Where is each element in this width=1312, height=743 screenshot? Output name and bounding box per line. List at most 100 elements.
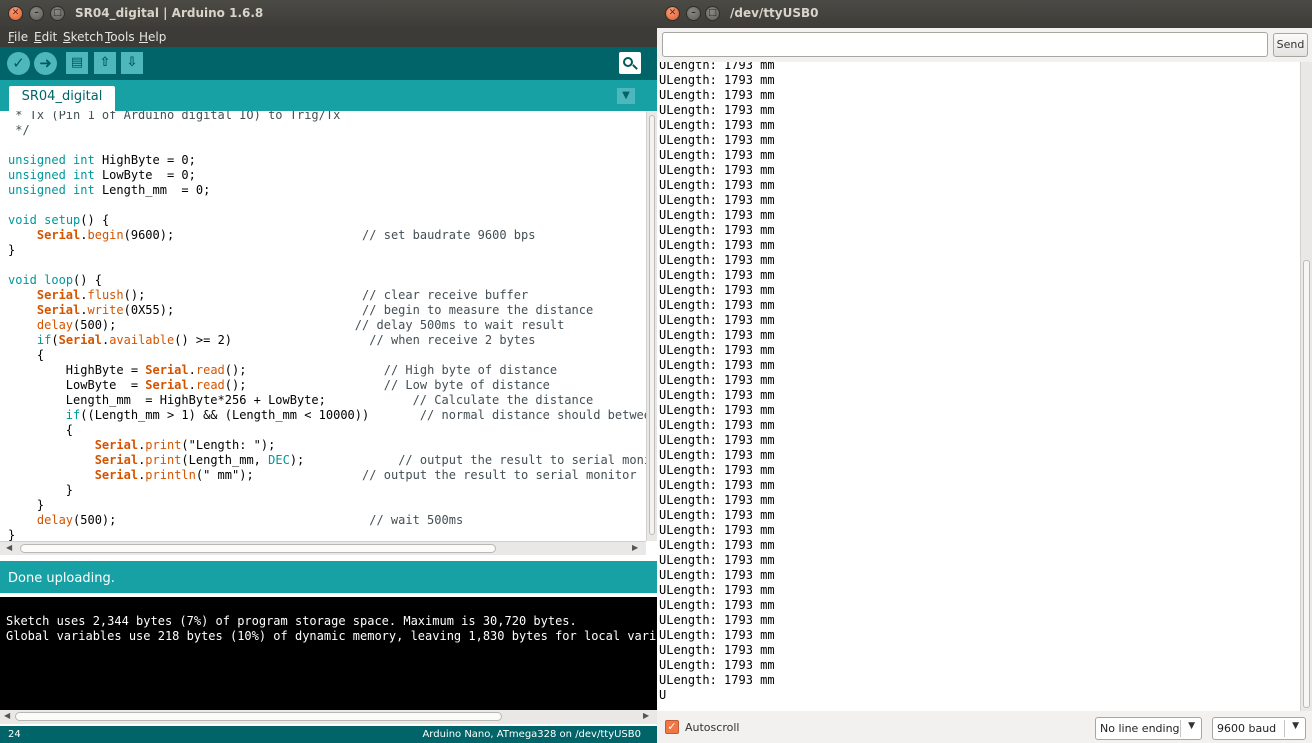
code-token: . [80, 288, 88, 302]
code-token: // when receive 2 bytes [369, 333, 536, 347]
new-icon[interactable]: ▤ [66, 52, 88, 74]
serial-monitor-icon[interactable] [619, 52, 641, 74]
tab-sr04-digital[interactable]: SR04_digital [9, 86, 115, 111]
code-editor[interactable]: * Tx (Pin 1 of Arduino digital IO) to Tr… [0, 111, 646, 541]
code-token: unsigned [8, 153, 66, 167]
tab-menu-icon[interactable]: ▼ [617, 88, 635, 104]
code-token: (" mm"); [195, 468, 363, 482]
scroll-left-icon[interactable]: ◀ [6, 543, 12, 552]
serial-output-line: ULength: 1793 mm [659, 448, 775, 462]
code-line: } [8, 483, 646, 498]
serial-titlebar: ✕ – □ /dev/ttyUSB0 [657, 0, 1312, 28]
code-line: { [8, 423, 646, 438]
serial-output-line: ULength: 1793 mm [659, 133, 775, 147]
serial-output-line: ULength: 1793 mm [659, 178, 775, 192]
scroll-left-icon[interactable]: ◀ [4, 711, 10, 720]
serial-output-line: ULength: 1793 mm [659, 538, 775, 552]
code-token: () { [73, 273, 102, 287]
code-token: if [36, 333, 52, 347]
select-separator [1284, 720, 1285, 737]
upload-icon[interactable]: ➜ [34, 52, 57, 75]
minimize-icon[interactable]: – [29, 6, 44, 21]
code-token: Serial [94, 453, 139, 467]
line-ending-select[interactable]: No line ending ▼ [1095, 717, 1202, 740]
scroll-right-icon[interactable]: ▶ [632, 543, 638, 552]
scroll-right-icon[interactable]: ▶ [643, 711, 649, 720]
maximize-icon[interactable]: □ [705, 6, 720, 21]
serial-output-line: ULength: 1793 mm [659, 343, 775, 357]
menu-help[interactable]: Help [139, 30, 166, 44]
code-token: // output the result to serial monitor [362, 468, 637, 482]
serial-send-input[interactable] [662, 32, 1268, 57]
code-token: delay [36, 318, 74, 332]
ide-titlebar: ✕ – □ SR04_digital | Arduino 1.6.8 [0, 0, 657, 28]
console-horizontal-scroll-thumb[interactable] [15, 712, 502, 721]
baud-rate-select[interactable]: 9600 baud ▼ [1212, 717, 1306, 740]
code-line: Serial.write(0X55); // begin to measure … [8, 303, 646, 318]
tab-bar: SR04_digital ▼ [0, 80, 657, 111]
send-button[interactable]: Send [1273, 33, 1308, 57]
editor-horizontal-scrollbar[interactable]: ◀ ▶ [0, 541, 646, 555]
code-line: */ [8, 123, 646, 138]
ide-footer: 24 Arduino Nano, ATmega328 on /dev/ttyUS… [0, 726, 657, 743]
close-icon[interactable]: ✕ [665, 6, 680, 21]
console-line: Sketch uses 2,344 bytes (7%) of program … [6, 614, 577, 628]
serial-vertical-scroll-thumb[interactable] [1303, 260, 1310, 708]
code-line: unsigned int HighByte = 0; [8, 153, 646, 168]
close-icon[interactable]: ✕ [8, 6, 23, 21]
serial-output-line: ULength: 1793 mm [659, 358, 775, 372]
code-line: * Tx (Pin 1 of Arduino digital IO) to Tr… [8, 111, 646, 123]
code-token: * Tx (Pin 1 of Arduino digital IO) to Tr… [8, 111, 341, 122]
serial-output-line: ULength: 1793 mm [659, 328, 775, 342]
code-token: (Length_mm, [181, 453, 269, 467]
code-token: { [8, 423, 74, 437]
menu-tools[interactable]: Tools [105, 30, 135, 44]
save-icon[interactable]: ⇩ [121, 52, 143, 74]
code-line: Serial.print("Length: "); [8, 438, 646, 453]
serial-output-line: ULength: 1793 mm [659, 253, 775, 267]
code-token: Serial [94, 438, 139, 452]
serial-output-line: ULength: 1793 mm [659, 418, 775, 432]
serial-output-line: ULength: 1793 mm [659, 493, 775, 507]
editor-vertical-scrollbar[interactable] [646, 111, 657, 541]
verify-icon[interactable]: ✓ [7, 52, 30, 75]
serial-output-line: ULength: 1793 mm [659, 193, 775, 207]
code-token: println [145, 468, 196, 482]
autoscroll-checkbox[interactable]: ✓ [665, 720, 679, 734]
minimize-icon[interactable]: – [686, 6, 701, 21]
code-token: DEC [268, 453, 290, 467]
editor-horizontal-scroll-thumb[interactable] [20, 544, 496, 553]
autoscroll-label[interactable]: Autoscroll [685, 721, 739, 734]
serial-output-line: U [659, 688, 667, 702]
serial-output-line: ULength: 1793 mm [659, 118, 775, 132]
serial-bottom-bar: ✓ Autoscroll No line ending ▼ 9600 baud … [657, 712, 1312, 743]
maximize-icon[interactable]: □ [50, 6, 65, 21]
serial-output[interactable]: ULength: 1793 mm ULength: 1793 mm ULength:… [657, 62, 1300, 711]
menu-sketch[interactable]: Sketch [63, 30, 103, 44]
menu-edit[interactable]: Edit [34, 30, 57, 44]
code-token: read [195, 378, 225, 392]
open-icon[interactable]: ⇧ [94, 52, 116, 74]
serial-output-line: ULength: 1793 mm [659, 658, 775, 672]
arduino-ide-window: ✕ – □ SR04_digital | Arduino 1.6.8 File … [0, 0, 657, 743]
code-token: // normal distance should between [419, 408, 646, 422]
serial-output-line: ULength: 1793 mm [659, 553, 775, 567]
code-token: . [80, 228, 88, 242]
serial-output-line: ULength: 1793 mm [659, 463, 775, 477]
code-token: flush [87, 288, 124, 302]
board-port-info: Arduino Nano, ATmega328 on /dev/ttyUSB0 [422, 729, 641, 740]
code-text[interactable]: * Tx (Pin 1 of Arduino digital IO) to Tr… [8, 111, 646, 541]
code-token: LowByte = [8, 378, 146, 392]
serial-vertical-scrollbar[interactable] [1300, 62, 1312, 711]
serial-output-line: ULength: 1793 mm [659, 583, 775, 597]
editor-vertical-scroll-thumb[interactable] [649, 115, 655, 535]
console-horizontal-scrollbar[interactable]: ◀ ▶ [0, 710, 657, 724]
code-token: unsigned [8, 168, 66, 182]
code-line: void setup() { [8, 213, 646, 228]
menu-file[interactable]: File [8, 30, 28, 44]
code-line: Serial.print(Length_mm, DEC); // output … [8, 453, 646, 468]
